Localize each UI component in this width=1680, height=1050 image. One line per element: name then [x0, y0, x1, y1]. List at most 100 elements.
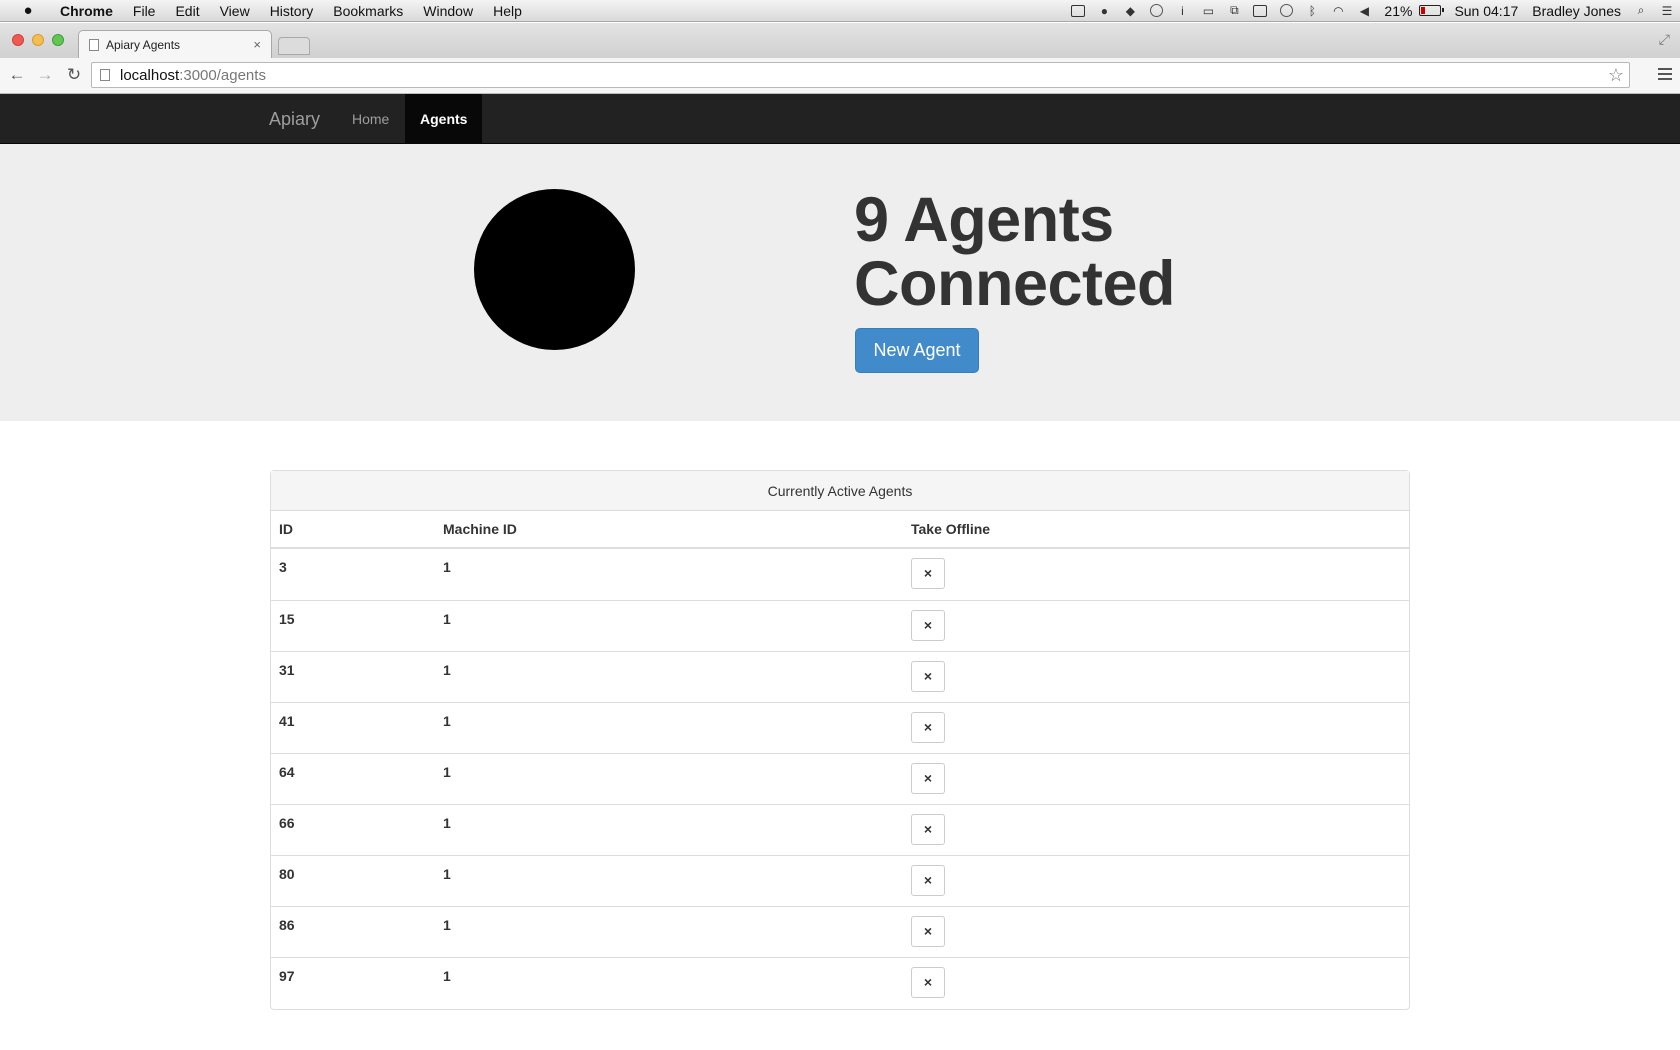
take-offline-button[interactable]: × — [911, 916, 945, 947]
table-row: 86 1 × — [271, 906, 1409, 957]
dropbox-icon[interactable]: ◆ — [1122, 4, 1138, 18]
agents-connected-heading: 9 Agents Connected — [854, 188, 1374, 316]
app-tray-icon[interactable]: ● — [1096, 4, 1112, 18]
table-row: 66 1 × — [271, 804, 1409, 855]
browser-tab-strip: Apiary Agents × ⤢ — [0, 23, 1680, 58]
navbar: Apiary Home Agents — [0, 94, 1680, 144]
new-agent-button[interactable]: New Agent — [855, 328, 979, 373]
browser-tab[interactable]: Apiary Agents × — [78, 30, 272, 58]
menu-file[interactable]: File — [123, 0, 166, 22]
active-agents-panel: Currently Active Agents ID Machine ID Ta… — [270, 470, 1410, 1010]
bookmark-star-icon[interactable]: ☆ — [1608, 65, 1624, 86]
url-path: :3000/agents — [179, 66, 266, 84]
web-page: Apiary Home Agents 9 Agents Connected Ne… — [0, 94, 1680, 1050]
agent-id: 31 — [279, 662, 295, 678]
table-header: ID Machine ID Take Offline — [271, 511, 1409, 549]
display-icon[interactable]: ⧉ — [1226, 3, 1242, 18]
drive-icon[interactable]: ▭ — [1200, 4, 1216, 18]
table-row: 31 1 × — [271, 651, 1409, 702]
browser-toolbar: ← → ↻ localhost :3000/agents ☆ — [0, 58, 1680, 94]
forward-arrow-icon[interactable]: → — [35, 65, 55, 85]
minimize-window-button[interactable] — [32, 34, 44, 46]
panel-heading: Currently Active Agents — [271, 471, 1409, 511]
menu-view[interactable]: View — [210, 0, 260, 22]
battery-percent[interactable]: 21% — [1377, 3, 1419, 19]
machine-id: 1 — [443, 866, 451, 882]
url-host: localhost — [120, 66, 180, 84]
clock[interactable]: Sun 04:17 — [1447, 3, 1525, 19]
agent-id: 66 — [279, 815, 295, 831]
machine-id: 1 — [443, 713, 451, 729]
notification-center-icon[interactable]: ☰ — [1659, 4, 1675, 18]
agent-status-circle — [474, 189, 635, 350]
table-row: 41 1 × — [271, 702, 1409, 753]
machine-id: 1 — [443, 917, 451, 933]
agent-count: 9 Agents — [854, 185, 1114, 255]
agent-id: 64 — [279, 764, 295, 780]
apple-logo-icon[interactable]: ● — [18, 2, 38, 19]
table-row: 97 1 × — [271, 957, 1409, 1008]
menu-window[interactable]: Window — [413, 0, 483, 22]
take-offline-button[interactable]: × — [911, 865, 945, 896]
table-row: 15 1 × — [271, 600, 1409, 651]
reload-icon[interactable]: ↻ — [64, 65, 84, 85]
take-offline-button[interactable]: × — [911, 763, 945, 794]
column-header-machine-id: Machine ID — [443, 521, 517, 537]
volume-icon[interactable]: ◀ — [1356, 4, 1372, 18]
machine-id: 1 — [443, 764, 451, 780]
table-body: 3 1 × 15 1 × 31 1 × 41 1 × 64 1 × 66 1 ×… — [271, 549, 1409, 1008]
column-header-id: ID — [279, 521, 293, 537]
machine-id: 1 — [443, 662, 451, 678]
back-arrow-icon[interactable]: ← — [7, 65, 27, 85]
take-offline-button[interactable]: × — [911, 558, 945, 589]
take-offline-button[interactable]: × — [911, 610, 945, 641]
connected-label: Connected — [854, 249, 1176, 319]
agent-id: 97 — [279, 968, 295, 984]
machine-id: 1 — [443, 968, 451, 984]
menu-bookmarks[interactable]: Bookmarks — [323, 0, 413, 22]
agent-id: 41 — [279, 713, 295, 729]
menu-chrome[interactable]: Chrome — [50, 0, 123, 22]
wifi-icon[interactable]: ◠ — [1330, 4, 1346, 18]
take-offline-button[interactable]: × — [911, 712, 945, 743]
user-name[interactable]: Bradley Jones — [1525, 3, 1628, 19]
spotlight-search-icon[interactable]: ⌕ — [1633, 3, 1649, 18]
agents-summary: 9 Agents Connected New Agent — [0, 144, 1680, 421]
page-icon — [89, 38, 99, 51]
info-icon[interactable]: i — [1174, 4, 1190, 18]
menu-history[interactable]: History — [260, 0, 324, 22]
new-tab-button[interactable] — [278, 37, 310, 55]
globe-icon[interactable] — [1148, 4, 1164, 18]
chrome-menu-icon[interactable] — [1658, 65, 1672, 83]
agent-id: 86 — [279, 917, 295, 933]
take-offline-button[interactable]: × — [911, 814, 945, 845]
menu-edit[interactable]: Edit — [165, 0, 209, 22]
bluetooth-icon[interactable]: ᛒ — [1304, 4, 1320, 18]
address-bar[interactable]: localhost :3000/agents ☆ — [91, 62, 1630, 88]
keyboard-icon[interactable] — [1252, 4, 1268, 18]
agent-id: 3 — [279, 559, 287, 575]
nav-home[interactable]: Home — [337, 94, 404, 144]
page-icon — [100, 69, 110, 81]
time-machine-icon[interactable] — [1278, 4, 1294, 18]
macos-menu-bar: ● Chrome File Edit View History Bookmark… — [0, 0, 1680, 22]
take-offline-button[interactable]: × — [911, 661, 945, 692]
column-header-take-offline: Take Offline — [911, 521, 991, 537]
take-offline-button[interactable]: × — [911, 967, 945, 998]
nav-agents[interactable]: Agents — [405, 94, 483, 144]
battery-icon[interactable] — [1419, 5, 1445, 16]
table-row: 3 1 × — [271, 549, 1409, 600]
menu-help[interactable]: Help — [483, 0, 532, 22]
fullscreen-icon[interactable]: ⤢ — [1659, 31, 1670, 48]
machine-id: 1 — [443, 611, 451, 627]
zoom-window-button[interactable] — [52, 34, 64, 46]
table-row: 80 1 × — [271, 855, 1409, 906]
close-tab-icon[interactable]: × — [253, 37, 261, 52]
machine-id: 1 — [443, 559, 451, 575]
table-row: 64 1 × — [271, 753, 1409, 804]
airplay-icon[interactable] — [1070, 4, 1086, 18]
close-window-button[interactable] — [12, 34, 24, 46]
menu-bar-status-area: ● ◆ i ▭ ⧉ ᛒ ◠ ◀ 21% Sun 04:17 Bradley Jo… — [1065, 0, 1680, 22]
agent-id: 15 — [279, 611, 295, 627]
brand-link[interactable]: Apiary — [269, 94, 320, 144]
